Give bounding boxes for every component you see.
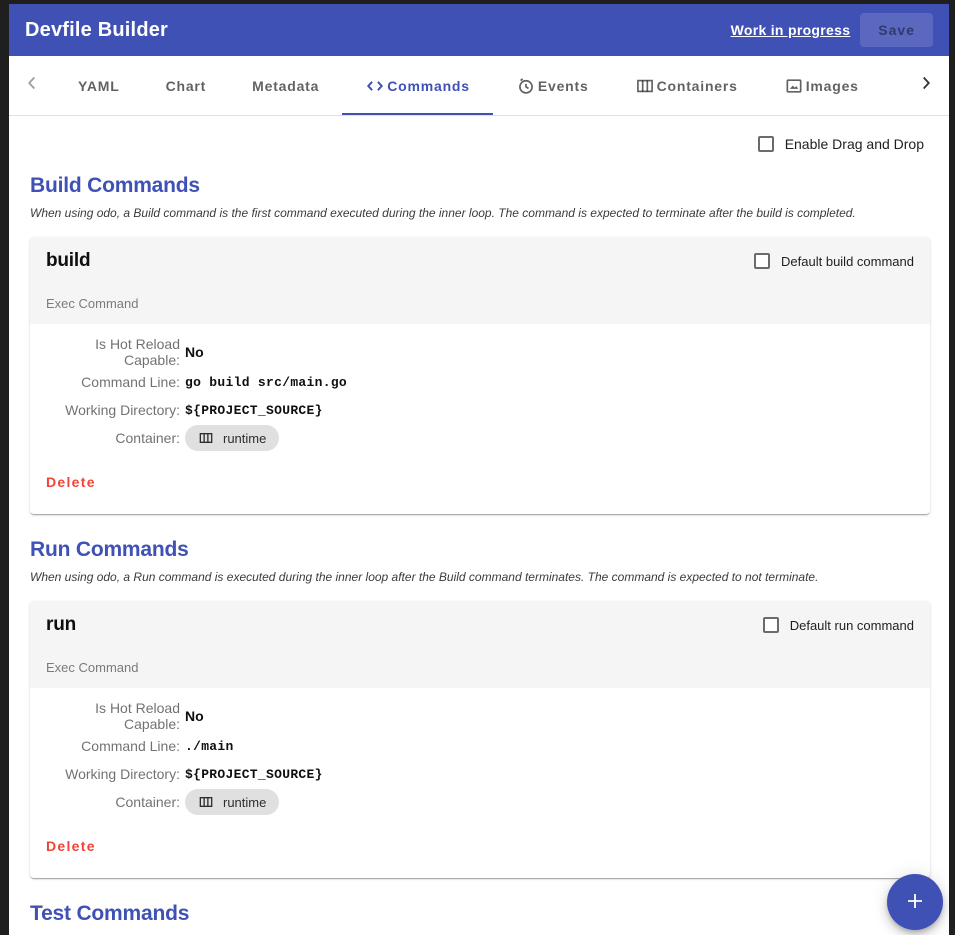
- card-body: Is Hot Reload Capable: No Command Line: …: [30, 688, 930, 878]
- field-container: Container: runtime: [46, 424, 914, 452]
- field-label: Container:: [115, 794, 180, 810]
- section-title-build: Build Commands: [30, 174, 200, 197]
- field-command-line: Command Line: go build src/main.go: [46, 368, 914, 396]
- tab-label: Metadata: [252, 77, 320, 94]
- field-label: Command Line:: [81, 738, 180, 754]
- default-build-command-checkbox[interactable]: [754, 253, 771, 269]
- tab-events[interactable]: Events: [493, 56, 612, 115]
- default-run-command-control: Default run command: [762, 617, 914, 633]
- section-description-run: When using odo, a Run command is execute…: [30, 570, 819, 584]
- columns-icon: [198, 430, 214, 446]
- tabs-scroll-left[interactable]: [9, 56, 55, 115]
- command-card-build: build Default build command Exec Command…: [30, 237, 930, 514]
- field-working-directory: Working Directory: ${PROJECT_SOURCE}: [46, 760, 914, 788]
- default-run-command-checkbox[interactable]: [762, 617, 779, 633]
- command-kind: Exec Command: [46, 296, 139, 311]
- app-title: Devfile Builder: [25, 18, 169, 41]
- main-content: Enable Drag and Drop Build Commands When…: [9, 116, 949, 935]
- field-label: Is Hot Reload Capable:: [95, 700, 180, 732]
- field-label: Is Hot Reload Capable:: [95, 336, 180, 368]
- tab-images[interactable]: Images: [761, 56, 882, 115]
- tab-yaml[interactable]: YAML: [55, 56, 143, 115]
- tab-chart[interactable]: Chart: [143, 56, 230, 115]
- field-value: go build src/main.go: [185, 374, 348, 390]
- tab-label: Commands: [387, 77, 470, 94]
- image-icon: [784, 76, 804, 96]
- command-name: run: [46, 614, 77, 635]
- tab-resources[interactable]: Resou: [882, 56, 903, 115]
- field-value: No: [185, 708, 204, 724]
- section-title-test: Test Commands: [30, 902, 190, 925]
- field-container: Container: runtime: [46, 788, 914, 816]
- app-window: Devfile Builder Work in progress Save YA…: [9, 4, 949, 935]
- save-button[interactable]: Save: [860, 13, 933, 47]
- add-command-fab[interactable]: [887, 874, 943, 930]
- container-chip[interactable]: runtime: [185, 789, 280, 815]
- chevron-right-icon: [915, 72, 937, 99]
- tabs-scroll-right[interactable]: [903, 56, 949, 115]
- tab-metadata[interactable]: Metadata: [229, 56, 342, 115]
- clock-icon: [516, 76, 536, 96]
- default-build-command-control: Default build command: [754, 253, 914, 269]
- container-chip-label: runtime: [223, 794, 267, 810]
- enable-drag-drop-checkbox[interactable]: [757, 136, 774, 152]
- tab-list: YAML Chart Metadata Commands Events Cont…: [55, 56, 903, 115]
- columns-icon: [635, 76, 655, 96]
- card-body: Is Hot Reload Capable: No Command Line: …: [30, 324, 930, 514]
- tab-label: Events: [537, 77, 589, 94]
- run-commands-section: Run Commands When using odo, a Run comma…: [30, 538, 930, 878]
- field-value: ${PROJECT_SOURCE}: [185, 402, 323, 418]
- field-working-directory: Working Directory: ${PROJECT_SOURCE}: [46, 396, 914, 424]
- tab-label: Images: [805, 77, 859, 94]
- plus-icon: [903, 889, 927, 916]
- code-icon: [365, 76, 385, 96]
- card-header: build Default build command Exec Command: [30, 237, 930, 324]
- container-chip[interactable]: runtime: [185, 425, 280, 451]
- field-value: No: [185, 344, 204, 360]
- app-toolbar: Devfile Builder Work in progress Save: [9, 4, 949, 56]
- columns-icon: [198, 794, 214, 810]
- field-value: ${PROJECT_SOURCE}: [185, 766, 323, 782]
- field-hot-reload: Is Hot Reload Capable: No: [46, 336, 914, 368]
- field-hot-reload: Is Hot Reload Capable: No: [46, 700, 914, 732]
- container-chip-label: runtime: [223, 430, 267, 446]
- field-label: Working Directory:: [65, 402, 180, 418]
- delete-run-command-button[interactable]: Delete: [46, 832, 96, 860]
- command-kind: Exec Command: [46, 660, 139, 675]
- field-label: Container:: [115, 430, 180, 446]
- field-command-line: Command Line: ./main: [46, 732, 914, 760]
- delete-build-command-button[interactable]: Delete: [46, 468, 96, 496]
- chevron-left-icon: [21, 72, 43, 99]
- drag-drop-row: Enable Drag and Drop: [30, 116, 928, 156]
- tab-label: YAML: [78, 77, 120, 94]
- card-header: run Default run command Exec Command: [30, 601, 930, 688]
- build-commands-section: Build Commands When using odo, a Build c…: [30, 174, 930, 514]
- test-commands-section: Test Commands No test commands yet. You …: [30, 902, 928, 935]
- enable-drag-drop-label: Enable Drag and Drop: [784, 136, 924, 152]
- default-build-command-label: Default build command: [781, 253, 914, 269]
- section-title-run: Run Commands: [30, 538, 189, 561]
- command-name: build: [46, 250, 91, 271]
- tab-commands[interactable]: Commands: [342, 56, 493, 115]
- work-in-progress-link[interactable]: Work in progress: [731, 22, 851, 38]
- field-label: Working Directory:: [65, 766, 180, 782]
- tab-label: Containers: [656, 77, 738, 94]
- field-label: Command Line:: [81, 374, 180, 390]
- tab-containers[interactable]: Containers: [612, 56, 761, 115]
- default-run-command-label: Default run command: [789, 617, 914, 633]
- tab-bar: YAML Chart Metadata Commands Events Cont…: [9, 56, 949, 116]
- tab-label: Chart: [165, 77, 207, 94]
- command-card-run: run Default run command Exec Command Is …: [30, 601, 930, 878]
- section-description-build: When using odo, a Build command is the f…: [30, 206, 856, 220]
- field-value: ./main: [185, 738, 234, 754]
